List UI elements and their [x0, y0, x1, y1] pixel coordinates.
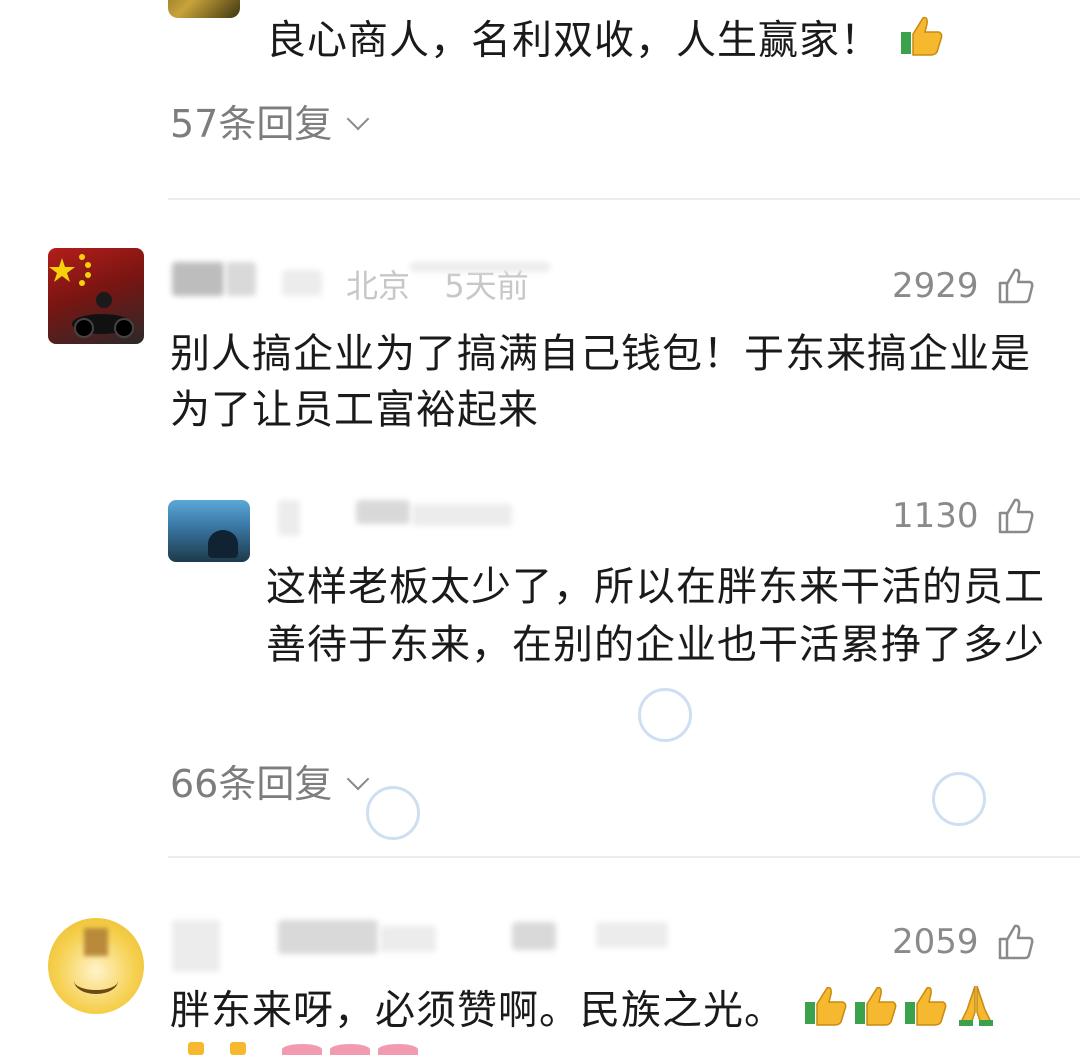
- touch-indicator: [366, 786, 420, 840]
- avatar-top[interactable]: [168, 0, 240, 18]
- touch-indicator: [932, 772, 986, 826]
- avatar-reply[interactable]: [168, 500, 250, 562]
- comment-2-text-row: 胖东来呀，必须赞啊。民族之光。: [170, 982, 1070, 1043]
- divider: [168, 856, 1080, 858]
- comment-top-text-row: 良心商人，名利双收，人生赢家！: [266, 12, 1046, 73]
- like-count: 2929: [892, 266, 979, 306]
- thumbs-up-outline-icon: [998, 924, 1034, 960]
- avatar-comment-2[interactable]: [48, 918, 144, 1014]
- next-line-emojis-partial: [170, 1042, 470, 1055]
- like-button-reply[interactable]: 1130: [892, 496, 1035, 536]
- thumbs-up-icon: [899, 12, 945, 73]
- comment-1-text: 别人搞企业为了搞满自己钱包！于东来搞企业是为了让员工富裕起来: [170, 331, 1031, 433]
- replies-toggle-top[interactable]: 57条回复: [170, 102, 370, 146]
- chevron-down-icon: [347, 107, 370, 131]
- thumbs-up-icon: [803, 982, 849, 1043]
- reply-text: 这样老板太少了，所以在胖东来干活的员工善待于东来，在别的企业也干活累挣了多少: [266, 564, 1045, 668]
- thumbs-up-icon: [903, 982, 949, 1043]
- like-count: 2059: [892, 922, 979, 962]
- thumbs-up-icon: [853, 982, 899, 1043]
- comment-2-text: 胖东来呀，必须赞啊。民族之光。: [170, 987, 785, 1034]
- replies-label: 66条回复: [170, 762, 333, 806]
- comment-1-meta: 北京 5天前: [346, 266, 529, 306]
- divider: [168, 198, 1080, 200]
- comment-feed: 良心商人，名利双收，人生赢家！ 57条回复 北京 5天前 2929 别人搞企业为…: [0, 0, 1080, 1055]
- like-count: 1130: [892, 496, 979, 536]
- meta-blur: [410, 262, 550, 272]
- like-button-comment-2[interactable]: 2059: [892, 922, 1035, 962]
- chevron-down-icon: [347, 767, 370, 791]
- replies-toggle-comment-1[interactable]: 66条回复: [170, 762, 370, 806]
- comment-top-text: 良心商人，名利双收，人生赢家！: [266, 17, 881, 64]
- flag-icon: [49, 254, 134, 338]
- location-text: 北京: [346, 267, 411, 305]
- praying-hands-icon: [953, 982, 999, 1043]
- replies-label: 57条回复: [170, 102, 333, 146]
- like-button-comment-1[interactable]: 2929: [892, 266, 1035, 306]
- avatar-comment-1[interactable]: [48, 248, 144, 344]
- thumbs-up-outline-icon: [998, 268, 1034, 304]
- time-text: 5天前: [444, 267, 529, 305]
- touch-indicator: [638, 688, 692, 742]
- thumbs-up-outline-icon: [998, 498, 1034, 534]
